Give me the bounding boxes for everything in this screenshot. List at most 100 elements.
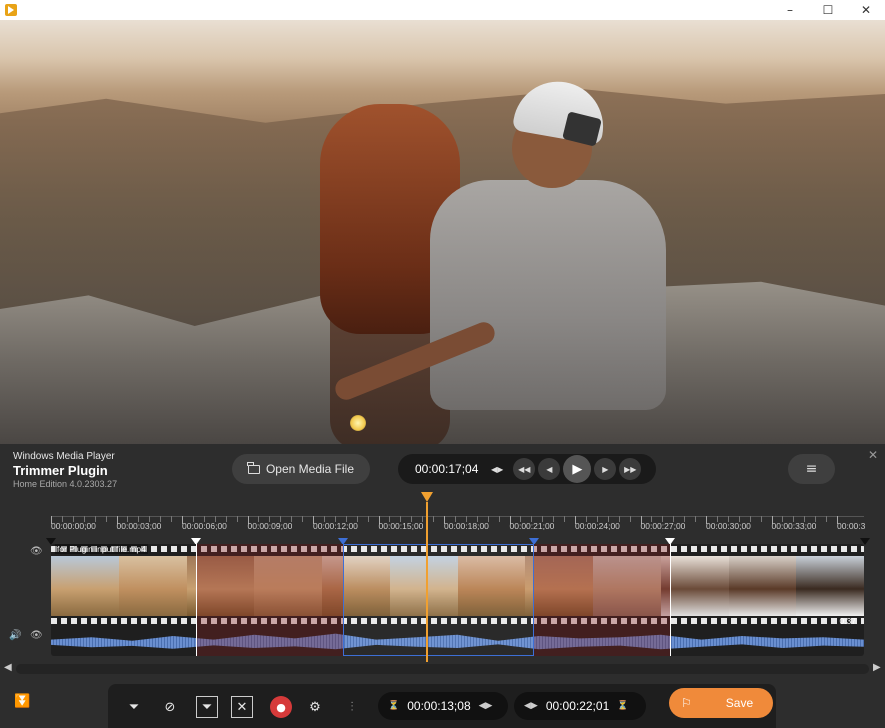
ruler-minor-tick xyxy=(629,516,631,522)
ruler-minor-tick xyxy=(727,516,729,522)
ruler-minor-tick xyxy=(291,516,293,522)
selected-segment[interactable] xyxy=(343,544,534,656)
removed-segment[interactable] xyxy=(534,544,670,656)
ruler-minor-tick xyxy=(487,516,489,522)
video-man-shirt xyxy=(430,180,666,410)
brand-line2: Trimmer Plugin xyxy=(13,463,108,478)
end-hourglass-icon: ⏳ xyxy=(617,701,629,711)
skip-forward-icon[interactable]: ▶▶ xyxy=(619,458,642,480)
mute-segment-icon[interactable]: ✕ xyxy=(231,696,253,718)
ruler-minor-tick xyxy=(476,516,478,522)
playhead-line[interactable] xyxy=(426,502,428,662)
brand-block: Windows Media Player Trimmer Plugin Home… xyxy=(13,451,117,489)
scroll-left-icon[interactable]: ◀ xyxy=(4,662,12,673)
skip-back-icon[interactable]: ◀◀ xyxy=(513,458,536,480)
scroll-right-icon[interactable]: ▶ xyxy=(873,662,881,673)
ruler-minor-tick xyxy=(684,516,686,522)
clip-duration: 0:37 xyxy=(839,616,856,626)
ruler-minor-tick xyxy=(422,516,424,522)
video-track[interactable]: for Plugin input file.mp4 0:37 xyxy=(51,544,864,656)
cut-line[interactable] xyxy=(196,544,197,656)
start-time-value: 00:00:13;08 xyxy=(407,699,471,713)
microphone-icon[interactable]: ● xyxy=(270,696,292,718)
ruler-minor-tick xyxy=(411,516,413,522)
frame-back-icon[interactable]: ◀ xyxy=(538,458,561,480)
play-icon[interactable]: ▶ xyxy=(563,455,592,483)
minimize-button[interactable]: – xyxy=(771,0,809,20)
end-time-field[interactable]: ◀▶ 00:00:22;01 ⏳ xyxy=(514,692,646,720)
timeline-ruler[interactable]: 00:00:00;00 00:00:03;00 00:00:06;00 00:00:0… xyxy=(0,510,885,540)
save-label: Save xyxy=(725,696,754,710)
ruler-minor-tick xyxy=(793,516,795,522)
start-stepper-icon[interactable]: ◀▶ xyxy=(479,701,493,711)
ruler-minor-tick xyxy=(61,516,63,522)
ruler-minor-tick xyxy=(83,516,85,522)
ruler-minor-tick xyxy=(433,516,435,522)
flag-icon: ⚐ xyxy=(681,696,692,710)
ruler-minor-tick xyxy=(334,516,336,522)
folder-icon xyxy=(247,461,260,474)
ruler-minor-tick xyxy=(553,516,555,522)
ruler-minor-tick xyxy=(323,516,325,522)
remove-filter-icon[interactable]: ⊘ xyxy=(159,696,181,718)
ruler-minor-tick xyxy=(258,516,260,522)
close-button[interactable]: ✕ xyxy=(847,0,885,20)
ruler-minor-tick xyxy=(520,516,522,522)
timeline-scrollbar[interactable]: ◀ ▶ xyxy=(0,662,885,676)
frame-forward-icon[interactable]: ▶ xyxy=(594,458,617,480)
cut-line[interactable] xyxy=(670,544,671,656)
end-time-value: 00:00:22;01 xyxy=(545,699,610,713)
open-media-button[interactable]: Open Media File xyxy=(232,454,370,484)
ruler-label: 00:00:24;00 xyxy=(575,521,620,531)
ruler-minor-tick xyxy=(826,516,828,522)
collapse-chevron-icon[interactable]: ⏬ xyxy=(14,694,30,709)
ruler-minor-tick xyxy=(105,516,107,522)
transport-controls: 00:00:17;04 ◀▶ ◀◀ ◀ ▶ ▶ ▶▶ xyxy=(398,454,656,484)
ruler-minor-tick xyxy=(618,516,620,522)
clip-name: for Plugin input file.mp4 xyxy=(55,544,148,554)
ruler-label: 00:00:00;00 xyxy=(51,521,96,531)
current-time[interactable]: 00:00:17;04 xyxy=(415,462,487,476)
ruler-minor-tick xyxy=(236,516,238,522)
video-preview[interactable] xyxy=(0,20,885,444)
ruler-minor-tick xyxy=(498,516,500,522)
video-visibility-icon[interactable]: 👁 xyxy=(30,546,43,557)
close-panel-button[interactable]: ✕ xyxy=(868,448,878,462)
end-stepper-icon[interactable]: ◀▶ xyxy=(524,701,538,711)
time-stepper-icon[interactable]: ◀▶ xyxy=(491,465,503,474)
settings-gear-icon[interactable]: ⚙ xyxy=(304,696,326,718)
ruler-minor-tick xyxy=(815,516,817,522)
ruler-minor-tick xyxy=(542,516,544,522)
ruler-minor-tick xyxy=(356,516,358,522)
ruler-minor-tick xyxy=(585,516,587,522)
title-bar: – ☐ ✕ xyxy=(0,0,885,20)
removed-segment[interactable] xyxy=(196,544,343,656)
ruler-minor-tick xyxy=(749,516,751,522)
scrollbar-thumb[interactable] xyxy=(16,664,869,674)
start-hourglass-icon: ⏳ xyxy=(388,701,400,711)
ruler-minor-tick xyxy=(716,516,718,522)
ruler-label: 00:00:06;00 xyxy=(182,521,227,531)
ruler-minor-tick xyxy=(673,516,675,522)
ruler-minor-tick xyxy=(203,516,205,522)
brand-line1: Windows Media Player xyxy=(13,451,115,462)
ruler-minor-tick xyxy=(695,516,697,522)
playhead-handle[interactable] xyxy=(421,492,433,502)
ruler-minor-tick xyxy=(367,516,369,522)
start-time-field[interactable]: ⏳ 00:00:13;08 ◀▶ xyxy=(378,692,508,720)
ruler-label: 00:00:21;00 xyxy=(509,521,555,531)
save-button[interactable]: ⚐ Save xyxy=(669,688,773,718)
filter-icon[interactable]: ⏷ xyxy=(123,696,145,718)
audio-visibility-icon[interactable]: 👁 xyxy=(30,630,43,641)
audio-volume-icon[interactable]: 🔊 xyxy=(9,630,21,641)
ruler-label: 00:00:27;00 xyxy=(640,521,686,531)
menu-button[interactable]: ≡ xyxy=(788,454,835,484)
bottom-bar: ⏬ ⏷ ⊘ ⏷ ✕ ● ⚙ ⫶ ⏳ 00:00:13;08 ◀▶ ◀▶ 00:0… xyxy=(0,680,885,728)
ruler-label: 00:00:3 xyxy=(837,521,866,531)
equalizer-icon[interactable]: ⫶ xyxy=(341,696,363,718)
ruler-minor-tick xyxy=(138,516,140,522)
split-filter-icon[interactable]: ⏷ xyxy=(196,696,218,718)
ruler-minor-tick xyxy=(225,516,227,522)
maximize-button[interactable]: ☐ xyxy=(809,0,847,20)
ruler-minor-tick xyxy=(72,516,74,522)
